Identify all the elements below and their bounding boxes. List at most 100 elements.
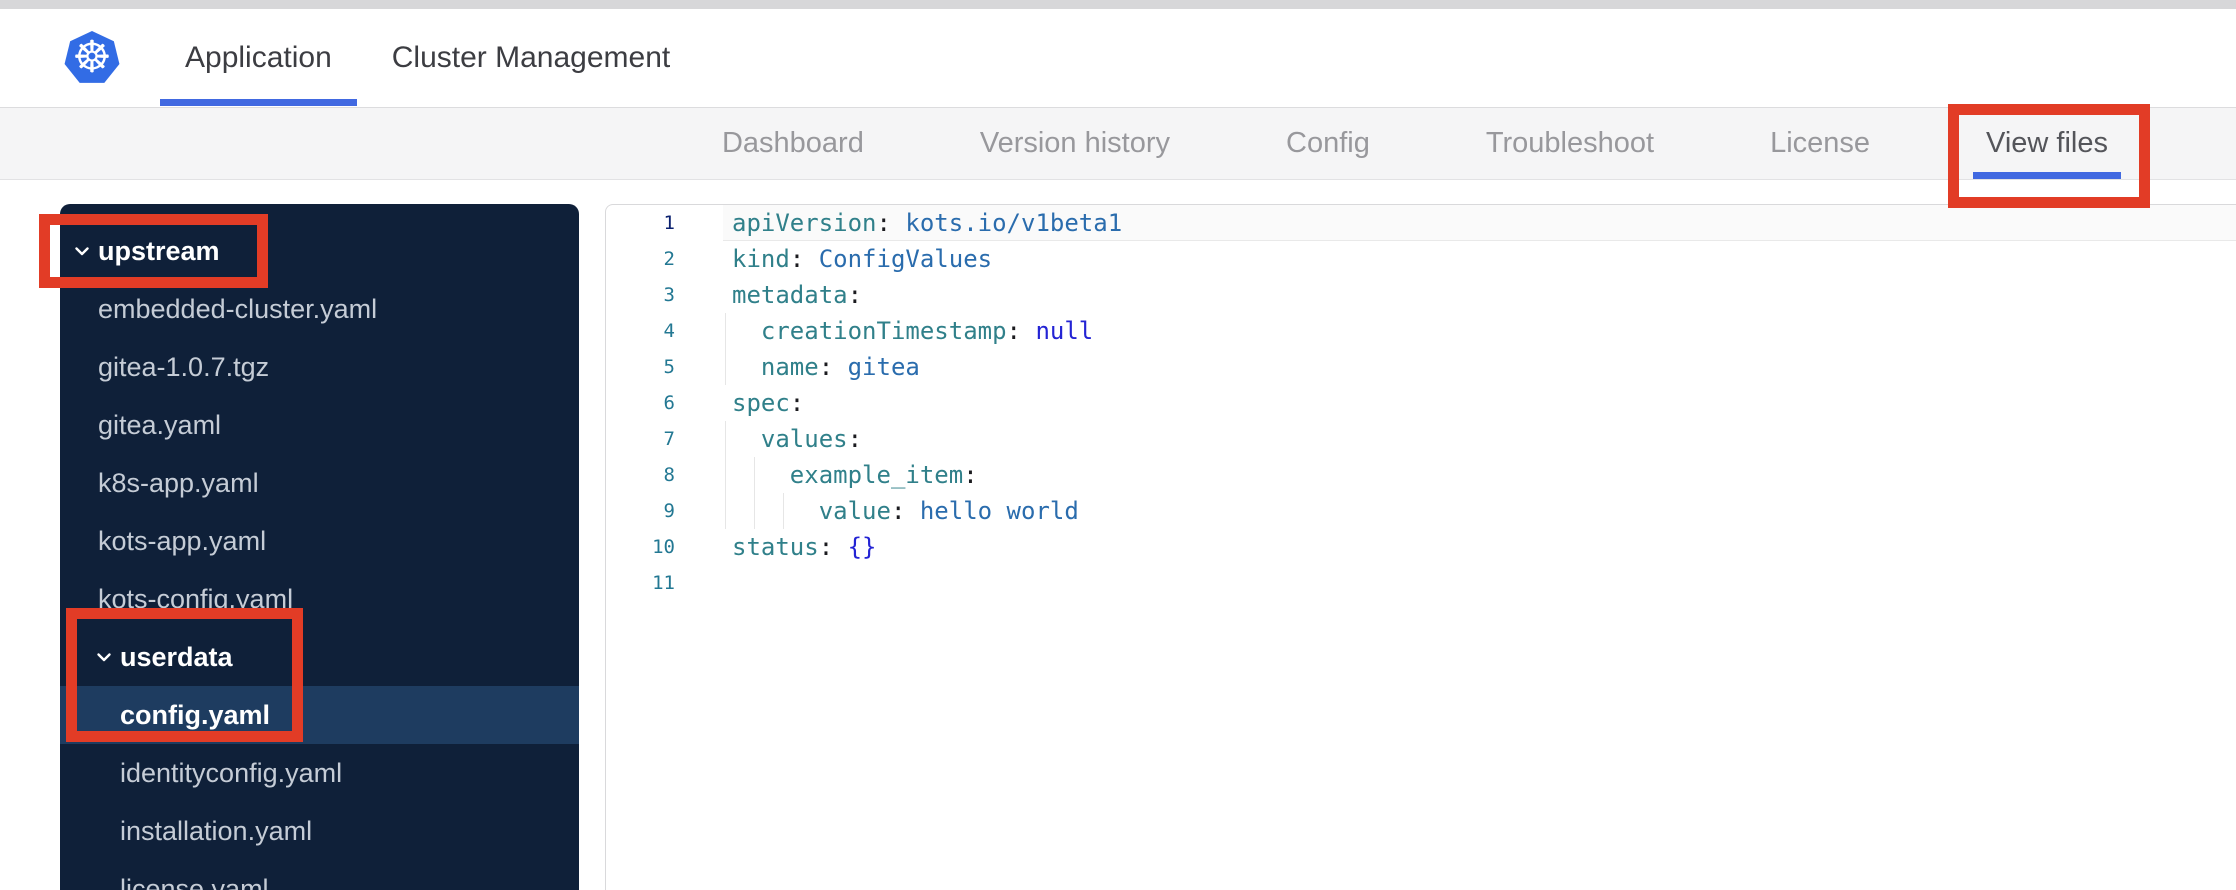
subnav-tab-label: View files bbox=[1986, 127, 2108, 159]
subnav-tab-label: License bbox=[1770, 127, 1871, 159]
tree-file-license-yaml[interactable]: license.yaml bbox=[60, 860, 579, 890]
line-number: 1 bbox=[663, 212, 675, 234]
code-line-9[interactable]: 9 value: hello world bbox=[606, 493, 2236, 529]
line-number: 10 bbox=[652, 536, 675, 558]
token-punc: : bbox=[847, 425, 863, 453]
token-punc: : bbox=[789, 389, 805, 417]
indent-guide bbox=[725, 493, 726, 529]
subnav-tab-license[interactable]: License bbox=[1770, 108, 1870, 179]
code-line-content: status: {} bbox=[723, 529, 2236, 565]
token-str: ConfigValues bbox=[818, 245, 993, 273]
header-tab-cluster-management[interactable]: Cluster Management bbox=[367, 9, 695, 107]
tree-file-k8s-app-yaml[interactable]: k8s-app.yaml bbox=[60, 454, 579, 512]
tree-item-label: k8s-app.yaml bbox=[98, 467, 259, 498]
code-line-content: creationTimestamp: null bbox=[723, 313, 2236, 349]
token-key: value bbox=[818, 497, 891, 525]
token-kw: {} bbox=[847, 533, 877, 561]
line-number: 2 bbox=[663, 248, 675, 270]
header-tab-application[interactable]: Application bbox=[160, 9, 357, 107]
tree-file-embedded-cluster-yaml[interactable]: embedded-cluster.yaml bbox=[60, 280, 579, 338]
token-key: status bbox=[732, 533, 819, 561]
code-line-11[interactable]: 11 bbox=[606, 565, 2236, 601]
code-line-7[interactable]: 7 values: bbox=[606, 421, 2236, 457]
tree-file-gitea-1-0-7-tgz[interactable]: gitea-1.0.7.tgz bbox=[60, 338, 579, 396]
tree-item-label: gitea.yaml bbox=[98, 409, 222, 440]
line-number: 7 bbox=[663, 428, 675, 450]
active-tab-underline bbox=[160, 99, 357, 106]
code-line-4[interactable]: 4 creationTimestamp: null bbox=[606, 313, 2236, 349]
code-line-3[interactable]: 3 metadata: bbox=[606, 277, 2236, 313]
token-punc: : bbox=[890, 497, 906, 525]
code-line-10[interactable]: 10 status: {} bbox=[606, 529, 2236, 565]
line-number: 11 bbox=[652, 572, 675, 594]
tree-item-label: userdata bbox=[120, 641, 233, 672]
token-key: example_item bbox=[789, 461, 964, 489]
kubernetes-wheel-glyph: ☸ bbox=[72, 32, 112, 83]
code-line-content: example_item: bbox=[723, 457, 2236, 493]
header-tabs: Application Cluster Management bbox=[160, 9, 695, 107]
tree-item-label: kots-app.yaml bbox=[98, 525, 267, 556]
tree-file-gitea-yaml[interactable]: gitea.yaml bbox=[60, 396, 579, 454]
token-key: values bbox=[760, 425, 848, 453]
tree-item-label: upstream bbox=[98, 235, 220, 266]
code-line-2[interactable]: 2 kind: ConfigValues bbox=[606, 241, 2236, 277]
code-line-8[interactable]: 8 example_item: bbox=[606, 457, 2236, 493]
token-key: kind bbox=[732, 245, 790, 273]
indent-guide bbox=[782, 493, 784, 529]
code-line-6[interactable]: 6 spec: bbox=[606, 385, 2236, 421]
tree-folder-userdata[interactable]: userdata bbox=[60, 628, 579, 686]
subnav-tab-version-history[interactable]: Version history bbox=[980, 108, 1170, 179]
kubernetes-logo-icon: ☸ bbox=[64, 31, 120, 83]
line-number: 3 bbox=[663, 284, 675, 306]
subnav-tab-config[interactable]: Config bbox=[1286, 108, 1370, 179]
tree-file-kots-config-yaml[interactable]: kots-config.yaml bbox=[60, 570, 579, 628]
token-key: spec bbox=[732, 389, 790, 417]
header-tab-label: Cluster Management bbox=[391, 41, 671, 74]
active-subnav-underline bbox=[1973, 172, 2121, 179]
token-kw: null bbox=[1035, 317, 1094, 345]
code-line-content: value: hello world bbox=[723, 493, 2236, 529]
tree-item-label: config.yaml bbox=[120, 699, 271, 730]
code-line-content bbox=[723, 565, 2236, 601]
code-line-content: values: bbox=[723, 421, 2236, 457]
tree-folder-upstream[interactable]: upstream bbox=[60, 222, 579, 280]
tree-file-config-yaml[interactable]: config.yaml bbox=[60, 686, 579, 744]
subnav-tab-label: Config bbox=[1286, 127, 1370, 159]
chevron-down-icon bbox=[94, 647, 114, 667]
token-punc: : bbox=[963, 461, 978, 489]
code-line-1[interactable]: 1 apiVersion: kots.io/v1beta1 bbox=[606, 205, 2236, 241]
tree-item-label: license.yaml bbox=[120, 873, 269, 890]
tree-file-kots-app-yaml[interactable]: kots-app.yaml bbox=[60, 512, 579, 570]
indent-guide bbox=[725, 421, 726, 457]
indent-guide bbox=[725, 313, 726, 349]
line-number: 6 bbox=[663, 392, 675, 414]
app-header: ☸ Application Cluster Management bbox=[0, 9, 2236, 107]
code-line-5[interactable]: 5 name: gitea bbox=[606, 349, 2236, 385]
tree-item-label: kots-config.yaml bbox=[98, 583, 294, 614]
subnav-tab-view-files[interactable]: View files bbox=[1973, 108, 2121, 179]
indent-guide bbox=[725, 457, 726, 493]
token-key: name bbox=[760, 353, 819, 381]
yaml-file-viewer[interactable]: 1 apiVersion: kots.io/v1beta1 2 kind: Confi… bbox=[605, 204, 2236, 890]
line-number: 9 bbox=[663, 500, 675, 522]
token-punc: : bbox=[876, 209, 891, 237]
subnav-tab-troubleshoot[interactable]: Troubleshoot bbox=[1486, 108, 1654, 179]
tree-file-installation-yaml[interactable]: installation.yaml bbox=[60, 802, 579, 860]
subnav-tab-dashboard[interactable]: Dashboard bbox=[722, 108, 864, 179]
tree-item-label: gitea-1.0.7.tgz bbox=[98, 351, 270, 382]
code-line-content: kind: ConfigValues bbox=[723, 241, 2236, 277]
tree-file-identityconfig-yaml[interactable]: identityconfig.yaml bbox=[60, 744, 579, 802]
line-number: 8 bbox=[663, 464, 675, 486]
file-tree-sidebar: upstream embedded-cluster.yaml gitea-1.0.7… bbox=[60, 204, 579, 890]
indent-guide bbox=[753, 493, 755, 529]
token-str: kots.io/v1beta1 bbox=[905, 209, 1123, 237]
tree-item-label: identityconfig.yaml bbox=[120, 757, 343, 788]
